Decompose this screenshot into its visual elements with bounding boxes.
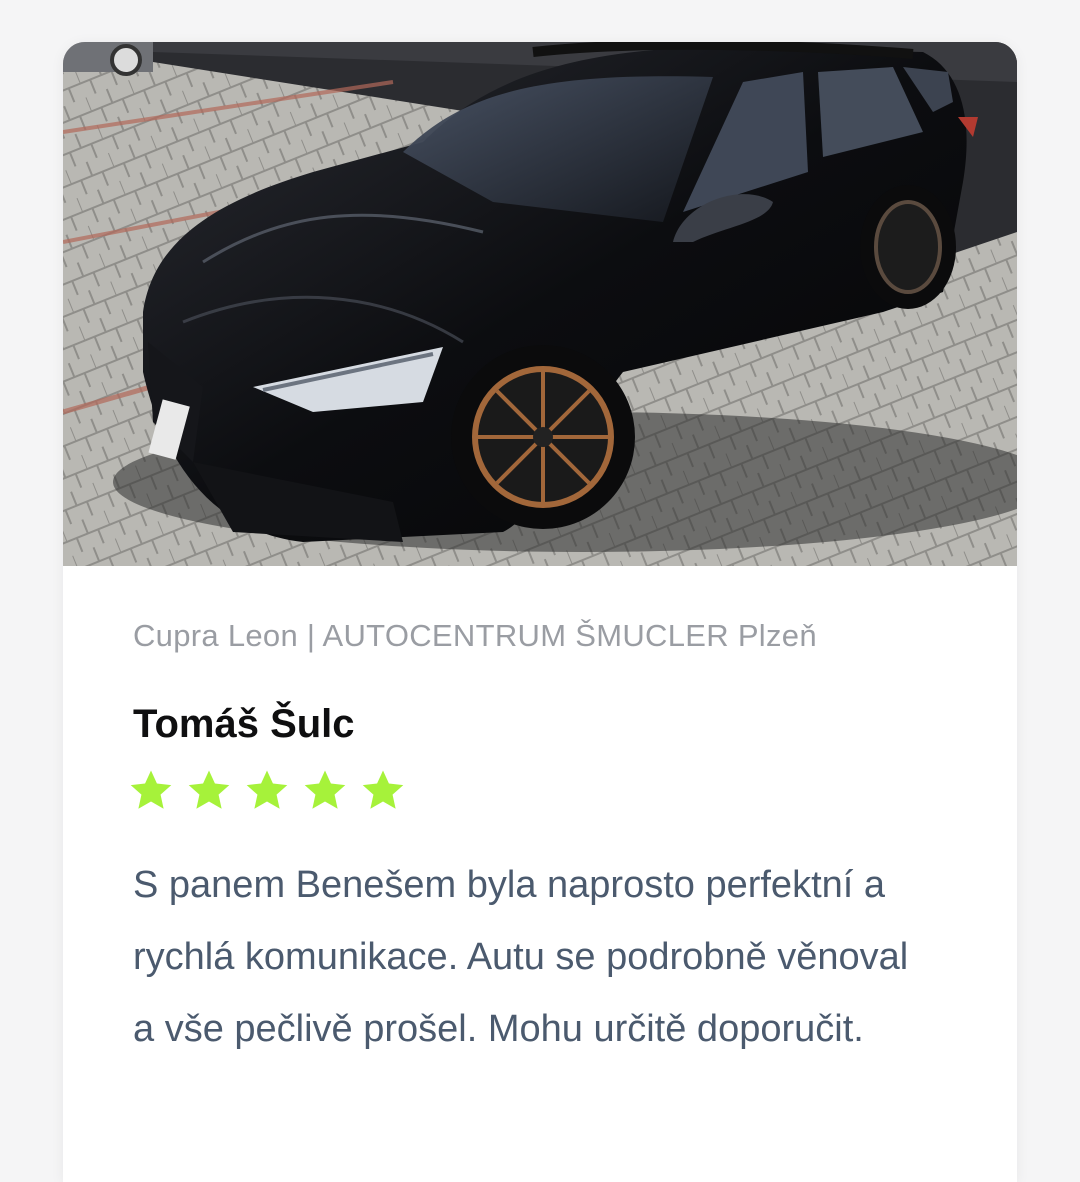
reviewer-name: Tomáš Šulc [133,702,355,746]
car-photo [63,42,1017,566]
star-icon [244,769,290,813]
car-and-dealer: Cupra Leon | AUTOCENTRUM ŠMUCLER Plzeň [133,618,817,653]
star-icon [360,769,406,813]
review-text: S panem Benešem byla naprosto perfektní … [133,864,909,1050]
star-rating [128,769,947,813]
star-icon [302,769,348,813]
star-icon [128,769,174,813]
star-icon [186,769,232,813]
review-content: Cupra Leon | AUTOCENTRUM ŠMUCLER Plzeň T… [63,618,1017,1065]
review-card: Cupra Leon | AUTOCENTRUM ŠMUCLER Plzeň T… [63,42,1017,1182]
